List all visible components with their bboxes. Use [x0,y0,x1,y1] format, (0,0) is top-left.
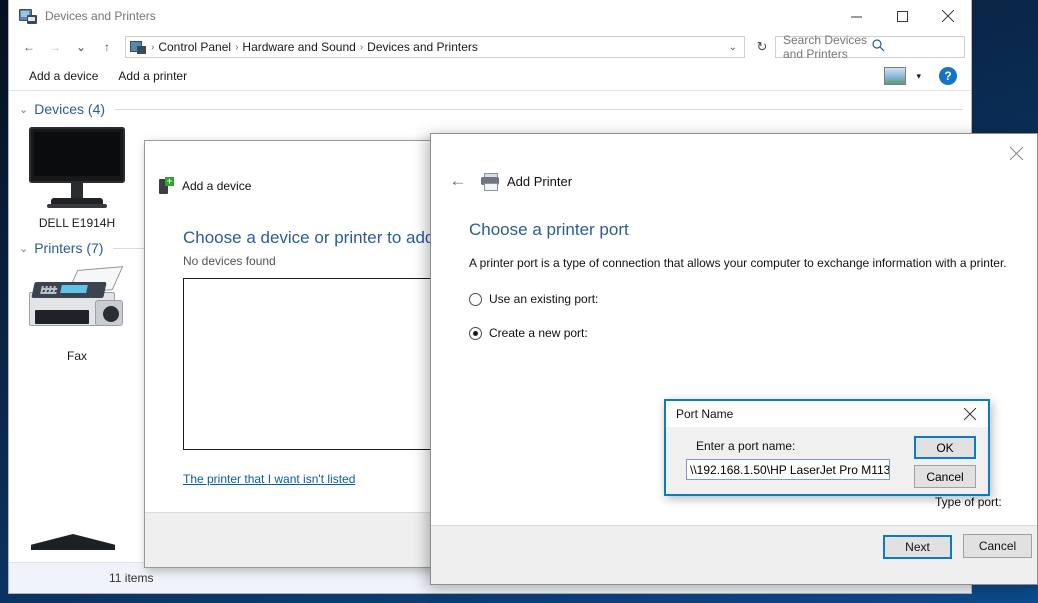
breadcrumb-dropdown-icon[interactable]: ⌄ [724,42,742,53]
group-divider [115,109,963,110]
search-input[interactable]: Search Devices and Printers [775,36,965,58]
port-name-title-bar: Port Name [666,401,988,427]
search-placeholder: Search Devices and Printers [783,33,872,61]
printer-label: Fax [17,349,137,363]
back-button[interactable]: ← [17,35,41,59]
window-title: Devices and Printers [45,9,156,23]
refresh-button[interactable]: ↻ [751,36,773,58]
add-printer-wizard: ← Add Printer Choose a printer port A pr… [430,133,1038,585]
type-of-port-label: Type of port: [935,495,1002,509]
breadcrumb-separator: › [233,42,240,53]
minimize-button[interactable] [833,0,879,32]
port-name-label: Enter a port name: [696,439,795,453]
add-a-device-button[interactable]: Add a device [19,65,108,87]
add-device-title: Add a device [182,179,251,193]
printer-icon [481,173,499,189]
chevron-down-icon[interactable]: ⌄ [19,103,28,116]
window-title-bar: Devices and Printers [9,0,971,32]
chevron-down-icon[interactable]: ⌄ [19,242,28,255]
devices-and-printers-icon [19,8,37,24]
port-name-dialog: Port Name Enter a port name: \\192.168.1… [664,399,990,496]
breadcrumb[interactable]: › Control Panel › Hardware and Sound › D… [125,36,745,58]
wizard-title: Add Printer [507,174,572,189]
port-name-cancel-button[interactable]: Cancel [914,465,976,488]
existing-port-label: Use an existing port: [489,292,598,306]
item-count: 11 items [109,571,153,585]
close-icon[interactable] [956,401,984,427]
next-button[interactable]: Next [883,535,952,559]
wizard-cancel-button[interactable]: Cancel [963,534,1032,558]
device-label: DELL E1914H [17,216,137,230]
new-port-label: Create a new port: [489,326,588,340]
printer-tile-fax[interactable]: Fax [17,264,137,363]
wizard-header: ← Add Printer [431,134,1037,192]
back-arrow-icon[interactable]: ← [445,170,471,192]
port-name-title: Port Name [676,407,733,421]
recent-locations-button[interactable]: ⌄ [69,35,93,59]
port-name-value: \\192.168.1.50\HP LaserJet Pro M1136 [690,463,890,477]
maximize-button[interactable] [879,0,925,32]
breadcrumb-item-1[interactable]: Hardware and Sound [240,40,357,54]
radio-create-new-port[interactable] [469,327,482,340]
add-device-icon: + [159,177,174,194]
group-label-printers: Printers (7) [34,240,103,256]
up-button[interactable]: ↑ [95,35,119,59]
command-toolbar: Add a device Add a printer ▾ ? [9,62,971,91]
close-button[interactable] [925,0,971,32]
help-button[interactable]: ? [939,67,957,85]
chevron-down-icon[interactable]: ▾ [910,71,927,82]
forward-button[interactable]: → [43,35,67,59]
ok-button[interactable]: OK [914,436,976,459]
port-name-input[interactable]: \\192.168.1.50\HP LaserJet Pro M1136 [686,459,890,480]
breadcrumb-separator: › [358,42,365,53]
plus-icon: + [165,177,174,186]
breadcrumb-icon [130,40,146,54]
breadcrumb-item-0[interactable]: Control Panel [156,40,233,54]
wizard-description: A printer port is a type of connection t… [469,256,1037,270]
address-bar: ← → ⌄ ↑ › Control Panel › Hardware and S… [9,32,971,62]
fax-icon [21,264,133,344]
search-icon [872,39,961,55]
radio-use-existing-port[interactable] [469,293,482,306]
breadcrumb-item-2[interactable]: Devices and Printers [365,40,480,54]
group-header-devices[interactable]: ⌄ Devices (4) [9,91,971,117]
port-name-body: Enter a port name: \\192.168.1.50\HP Las… [666,427,988,494]
partial-device-icon [31,526,121,550]
existing-port-row[interactable]: Use an existing port: [431,292,1037,306]
wizard-heading: Choose a printer port [469,220,1037,240]
add-a-printer-button[interactable]: Add a printer [108,65,197,87]
group-label-devices: Devices (4) [34,101,105,117]
device-tile-monitor[interactable]: DELL E1914H [17,125,137,230]
breadcrumb-separator: › [149,42,156,53]
close-icon[interactable] [1001,140,1031,166]
monitor-icon [23,125,131,211]
new-port-row[interactable]: Create a new port: [431,326,1037,340]
window-controls [833,0,971,32]
preview-pane-icon[interactable] [884,67,906,85]
